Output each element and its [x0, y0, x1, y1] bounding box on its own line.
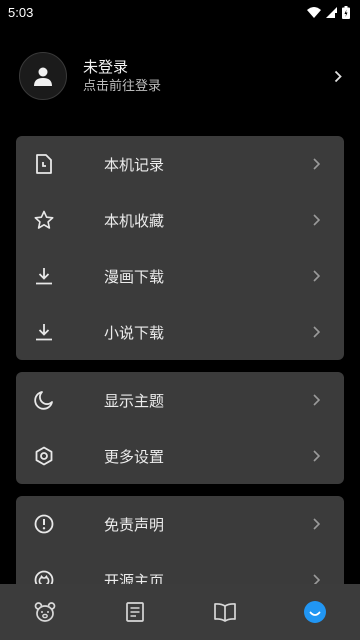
- menu-item-novel-download[interactable]: 小说下载: [16, 304, 344, 360]
- menu-item-label: 免责声明: [104, 515, 165, 534]
- bottom-nav: [0, 584, 360, 640]
- article-icon: [126, 602, 144, 622]
- chevron-right-icon: [310, 270, 322, 282]
- person-icon: [34, 67, 52, 86]
- menu-item-theme[interactable]: 显示主题: [16, 372, 344, 428]
- nav-tab-books[interactable]: [195, 584, 255, 640]
- chevron-right-icon: [310, 450, 322, 462]
- chevron-right-icon: [310, 394, 322, 406]
- chevron-right-icon: [310, 518, 322, 530]
- nav-tab-articles[interactable]: [105, 584, 165, 640]
- chevron-right-icon: [310, 214, 322, 226]
- bear-icon: [34, 602, 56, 622]
- nav-tab-profile[interactable]: [285, 584, 345, 640]
- menu-item-label: 漫画下载: [104, 267, 165, 286]
- chevron-right-icon: [332, 70, 344, 83]
- menu-item-local-favorites[interactable]: 本机收藏: [16, 192, 344, 248]
- menu-card-local: 本机记录 本机收藏 漫画下载 小说下载: [16, 136, 344, 360]
- settings-hexagon-icon: [33, 445, 55, 467]
- chevron-right-icon: [310, 326, 322, 338]
- menu-item-label: 显示主题: [104, 391, 165, 410]
- menu-item-local-history[interactable]: 本机记录: [16, 136, 344, 192]
- menu-item-label: 本机记录: [104, 155, 165, 174]
- moon-icon: [33, 389, 55, 411]
- wifi-icon: [307, 6, 321, 18]
- menu-item-label: 更多设置: [104, 447, 165, 466]
- profile-subtitle: 点击前往登录: [83, 78, 162, 94]
- menu-item-label: 本机收藏: [104, 211, 165, 230]
- signal-icon: [326, 6, 337, 18]
- chevron-right-icon: [310, 158, 322, 170]
- smile-icon: [304, 601, 326, 623]
- menu-item-disclaimer[interactable]: 免责声明: [16, 496, 344, 552]
- status-time: 5:03: [8, 4, 34, 20]
- battery-icon: [342, 5, 350, 19]
- status-icons: [307, 5, 350, 19]
- menu-item-more-settings[interactable]: 更多设置: [16, 428, 344, 484]
- avatar: [19, 52, 67, 100]
- menu-item-label: 小说下载: [104, 323, 165, 342]
- profile-text: 未登录 点击前往登录: [83, 57, 332, 96]
- star-icon: [33, 209, 55, 231]
- nav-tab-home[interactable]: [15, 584, 75, 640]
- alert-circle-icon: [33, 513, 55, 535]
- menu-card-settings: 显示主题 更多设置: [16, 372, 344, 484]
- login-profile-row[interactable]: 未登录 点击前往登录: [16, 44, 344, 108]
- status-bar: 5:03: [0, 0, 360, 24]
- profile-name: 未登录: [83, 57, 129, 76]
- book-icon: [214, 603, 236, 622]
- download-icon: [33, 321, 55, 343]
- menu-item-comic-download[interactable]: 漫画下载: [16, 248, 344, 304]
- download-icon: [33, 265, 55, 287]
- history-file-icon: [33, 153, 55, 175]
